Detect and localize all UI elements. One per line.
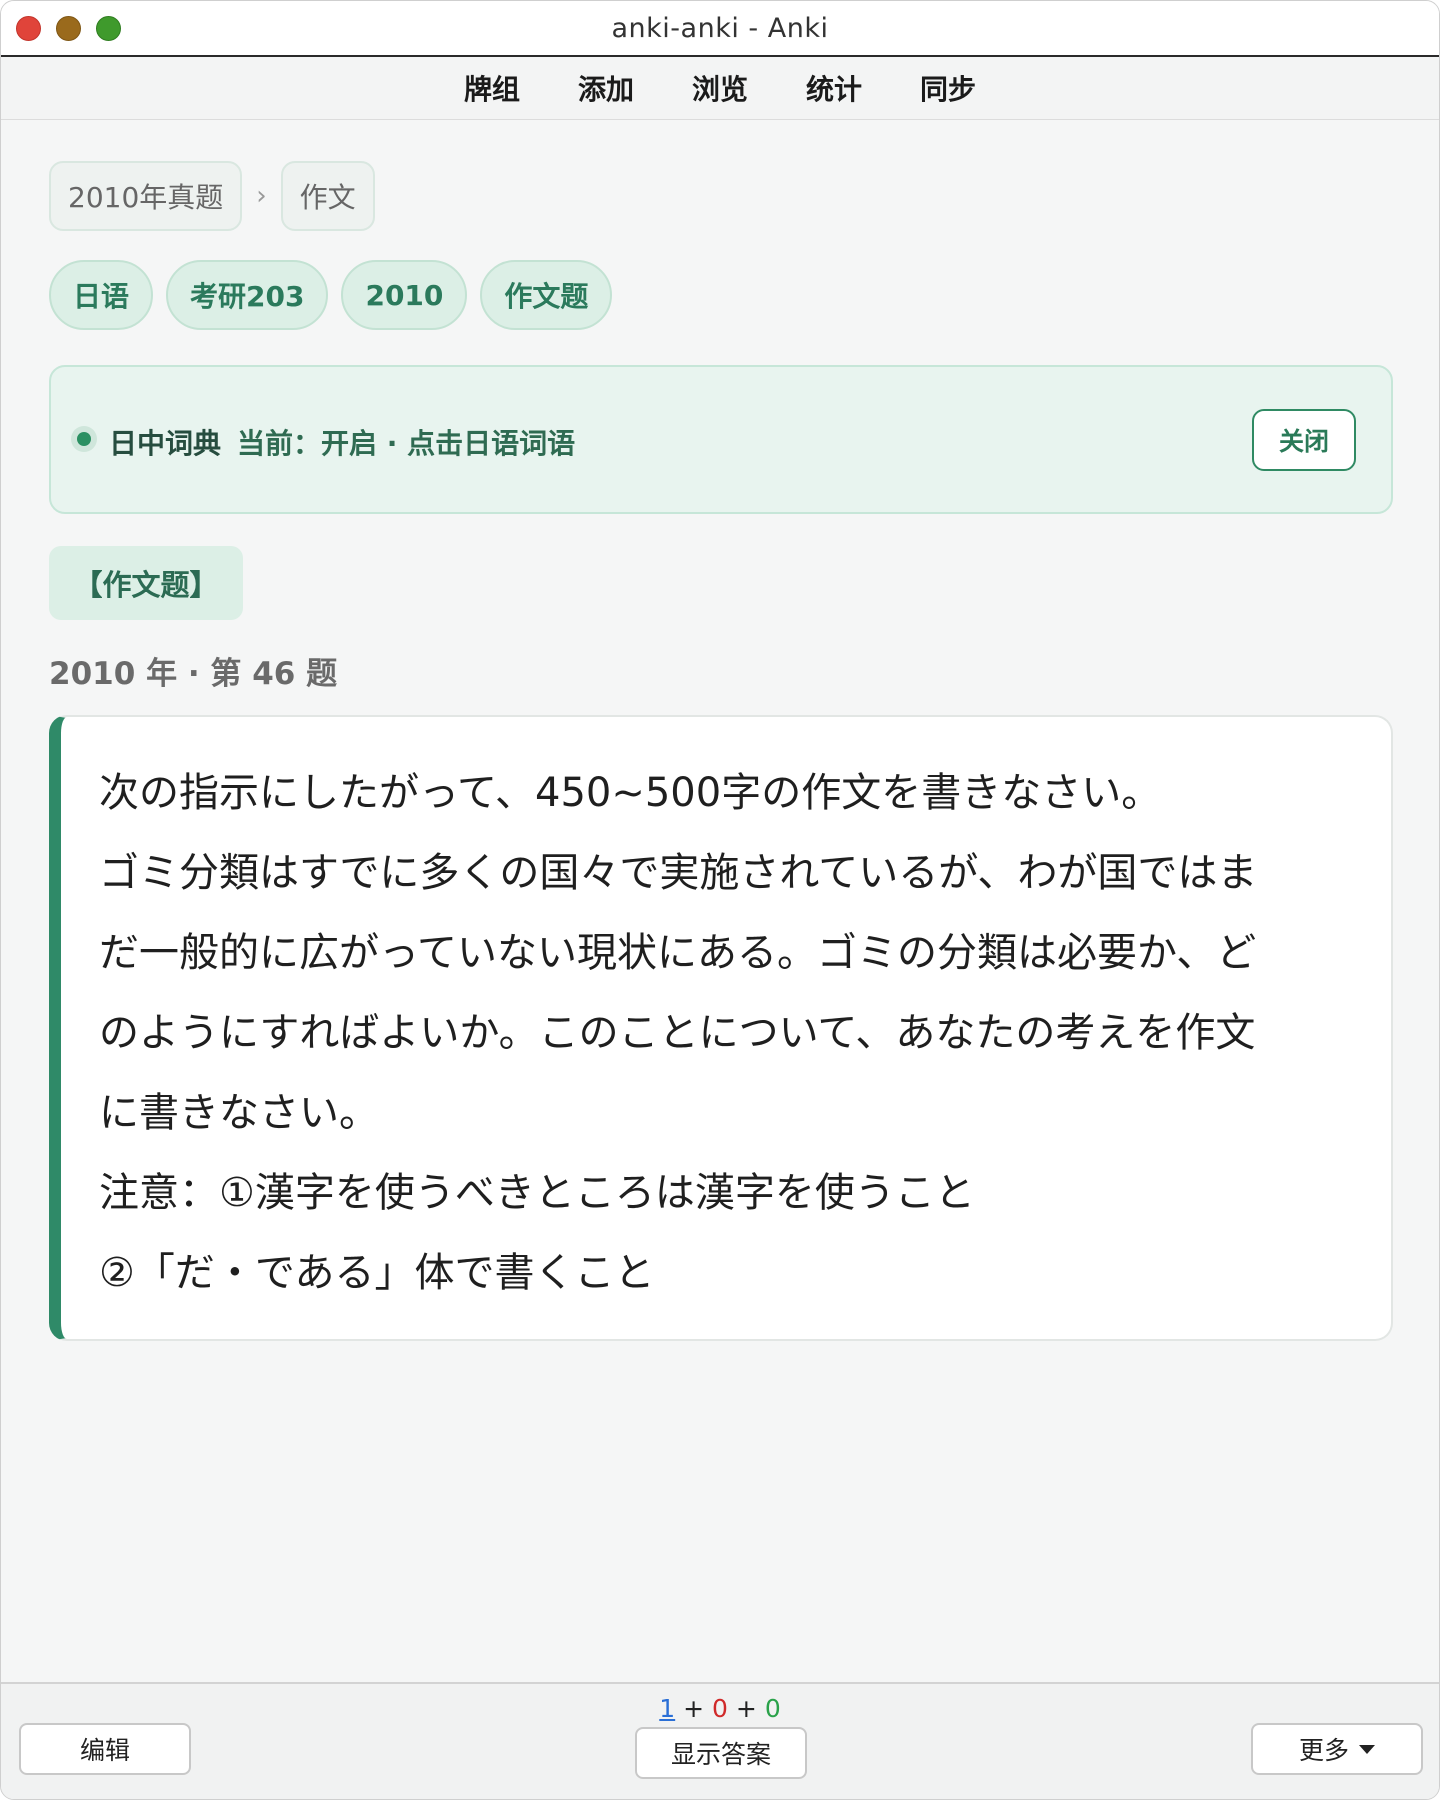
question-type-badge: 【作文题】 xyxy=(49,546,243,620)
breadcrumb: 2010年真题 › 作文 xyxy=(49,161,1393,231)
tag-japanese: 日语 xyxy=(49,260,154,330)
more-label: 更多 xyxy=(1298,1736,1349,1765)
breadcrumb-deck: 2010年真题 xyxy=(49,161,243,231)
question-line: に書きなさい。 xyxy=(99,1090,379,1136)
status-dot-icon xyxy=(71,426,97,452)
edit-button[interactable]: 编辑 xyxy=(19,1723,191,1775)
toolbar-stats[interactable]: 统计 xyxy=(806,68,862,108)
dictionary-status: 当前：开启 · 点击日语词语 xyxy=(237,427,576,460)
question-line: のようにすればよいか。このことについて、あなたの考えを作文 xyxy=(99,1010,1256,1056)
question-card: 次の指示にしたがって、450~500字の作文を書きなさい。 ゴミ分類はすでに多く… xyxy=(49,715,1393,1341)
title-bar: anki-anki - Anki xyxy=(1,1,1439,57)
main-toolbar: 牌组 添加 浏览 统计 同步 xyxy=(1,57,1439,120)
review-bottom-bar: 1 + 0 + 0 编辑 显示答案 更多 xyxy=(1,1682,1439,1799)
question-line: ②「だ・である」体で書くこと xyxy=(99,1250,655,1296)
caret-down-icon xyxy=(1359,1744,1375,1754)
breadcrumb-separator: › xyxy=(256,181,267,211)
dictionary-close-button[interactable]: 关闭 xyxy=(1252,409,1356,471)
more-button[interactable]: 更多 xyxy=(1251,1723,1423,1775)
tag-list: 日语 考研203 2010 作文题 xyxy=(49,260,1393,330)
show-answer-button[interactable]: 显示答案 xyxy=(635,1727,807,1779)
anki-window: anki-anki - Anki 牌组 添加 浏览 统计 同步 2010年真题 … xyxy=(0,0,1440,1800)
review-count: 0 xyxy=(764,1694,781,1723)
count-plus: + xyxy=(683,1694,705,1723)
card-content: 2010年真题 › 作文 日语 考研203 2010 作文题 日中词典 当前：开… xyxy=(49,161,1393,1341)
window-title: anki-anki - Anki xyxy=(611,13,829,44)
due-counts: 1 + 0 + 0 xyxy=(1,1694,1439,1723)
question-line: 注意：①漢字を使うべきところは漢字を使うこと xyxy=(99,1170,975,1216)
toolbar-browse[interactable]: 浏览 xyxy=(692,68,748,108)
breadcrumb-subdeck: 作文 xyxy=(280,161,375,231)
question-meta: 2010 年 · 第 46 题 xyxy=(49,656,338,692)
tag-essay: 作文题 xyxy=(480,260,613,330)
toolbar-decks[interactable]: 牌组 xyxy=(464,68,520,108)
question-line: だ一般的に広がっていない現状にある。ゴミの分類は必要か、ど xyxy=(99,930,1257,976)
count-plus: + xyxy=(735,1694,757,1723)
learn-count: 0 xyxy=(712,1694,728,1723)
question-line: 次の指示にしたがって、450~500字の作文を書きなさい。 xyxy=(99,770,1162,816)
toolbar-sync[interactable]: 同步 xyxy=(920,68,976,108)
tag-2010: 2010 xyxy=(341,260,468,330)
new-count: 1 xyxy=(659,1694,676,1723)
toolbar-add[interactable]: 添加 xyxy=(578,68,634,108)
dictionary-label: 日中词典 xyxy=(109,427,222,460)
question-line: ゴミ分類はすでに多くの国々で実施されているが、わが国ではま xyxy=(99,850,1258,896)
tag-kaoyan203: 考研203 xyxy=(166,260,329,330)
dictionary-panel: 日中词典 当前：开启 · 点击日语词语 关闭 xyxy=(49,365,1393,514)
